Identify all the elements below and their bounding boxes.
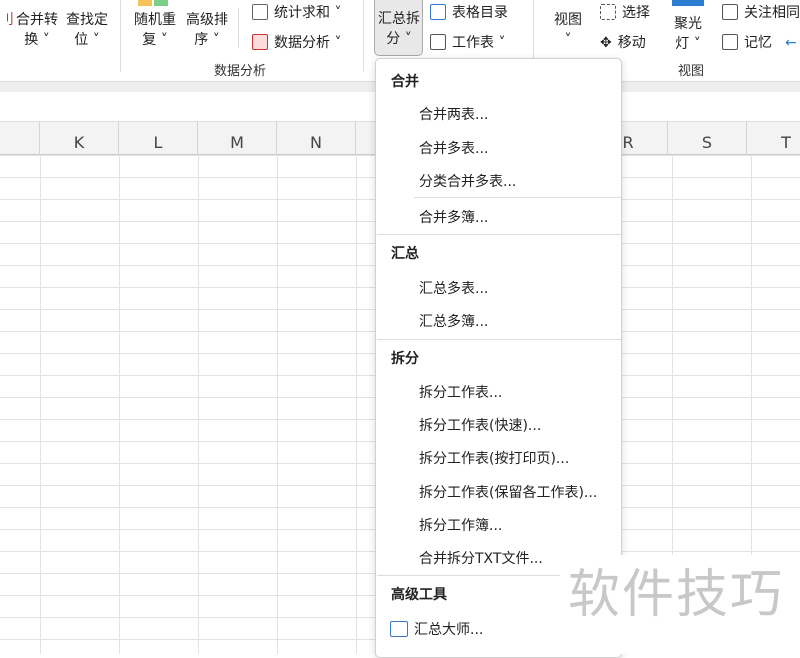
label: 序 ˅ bbox=[194, 32, 220, 48]
label: 选择 bbox=[622, 5, 650, 21]
divider bbox=[363, 0, 364, 72]
follow-same-button[interactable]: 关注相同 bbox=[722, 3, 800, 23]
menu-item[interactable]: 合并两表... bbox=[419, 104, 488, 124]
move-button[interactable]: ✥ 移动 bbox=[600, 33, 646, 53]
label: 统计求和 ˅ bbox=[274, 5, 342, 21]
summary-master-icon bbox=[390, 621, 408, 637]
group-label: 视图 bbox=[678, 64, 705, 79]
table-toc-icon bbox=[430, 4, 446, 20]
label: 高级排 bbox=[186, 12, 228, 28]
doc-mail-icon bbox=[722, 34, 738, 50]
label: 随机重 bbox=[134, 12, 176, 28]
partial-button[interactable]: 刂 bbox=[0, 10, 14, 30]
menu-item[interactable]: 合并拆分TXT文件... bbox=[419, 548, 543, 568]
menu-item[interactable]: 合并多簿... bbox=[419, 207, 488, 227]
label: 移动 bbox=[617, 35, 646, 51]
column-header[interactable]: T bbox=[747, 122, 800, 155]
move-icon: ✥ bbox=[600, 35, 612, 51]
column-header[interactable]: N bbox=[277, 122, 356, 155]
view-button[interactable]: 视图 ˅ bbox=[548, 10, 588, 50]
select-button[interactable]: 选择 bbox=[600, 3, 650, 23]
menu-item[interactable]: 拆分工作表... bbox=[419, 382, 502, 402]
divider bbox=[377, 234, 621, 235]
menu-item[interactable]: 汇总多表... bbox=[419, 278, 488, 298]
group-label: 数据分析 bbox=[214, 64, 267, 79]
label: 视图 bbox=[554, 12, 582, 28]
label: ˅ bbox=[564, 32, 572, 48]
stat-sum-button[interactable]: 统计求和 ˅ bbox=[252, 3, 341, 23]
menu-item[interactable]: 汇总多簿... bbox=[419, 311, 488, 331]
spotlight-icon bbox=[672, 0, 704, 6]
data-analysis-button[interactable]: 数据分析 ˅ bbox=[252, 33, 341, 53]
summary-split-button[interactable]: 汇总拆分 ˅ bbox=[374, 0, 423, 56]
worksheet-button[interactable]: 工作表 ˅ bbox=[430, 33, 505, 53]
select-icon bbox=[600, 4, 616, 20]
worksheet-icon bbox=[430, 34, 446, 50]
label: 分 ˅ bbox=[386, 31, 412, 47]
menu-item[interactable]: 汇总大师... bbox=[390, 619, 483, 639]
menu-item[interactable]: 拆分工作表(快速)... bbox=[419, 415, 541, 435]
label: 记忆 bbox=[744, 35, 772, 51]
menu-item[interactable]: 拆分工作表(按打印页)... bbox=[419, 448, 569, 468]
column-header[interactable]: K bbox=[40, 122, 119, 155]
table-toc-button[interactable]: 表格目录 bbox=[430, 3, 508, 23]
memory-button[interactable]: 记忆 bbox=[722, 33, 772, 53]
section-header: 高级工具 bbox=[391, 587, 447, 603]
label: 合并转 bbox=[16, 12, 58, 28]
spotlight-button[interactable]: 聚光灯 ˅ bbox=[668, 14, 708, 54]
label: 换 ˅ bbox=[24, 32, 50, 48]
menu-item[interactable]: 拆分工作簿... bbox=[419, 515, 502, 535]
label: 位 ˅ bbox=[74, 32, 100, 48]
divider bbox=[377, 339, 621, 340]
label: 复 ˅ bbox=[142, 32, 168, 48]
clipboard-check-icon bbox=[252, 4, 268, 20]
section-header: 拆分 bbox=[391, 351, 419, 367]
label: 工作表 ˅ bbox=[452, 35, 506, 51]
menu-item[interactable]: 分类合并多表... bbox=[419, 171, 516, 191]
label: 表格目录 bbox=[452, 5, 508, 21]
column-header[interactable]: J bbox=[0, 122, 40, 155]
watermark: 软件技巧 bbox=[560, 555, 800, 654]
column-header[interactable]: S bbox=[668, 122, 747, 155]
column-header[interactable]: M bbox=[198, 122, 277, 155]
back-arrow-icon[interactable]: ← bbox=[785, 33, 797, 53]
merge-convert-button[interactable]: 合并转换 ˅ bbox=[12, 10, 62, 50]
divider bbox=[414, 197, 621, 198]
table-analysis-icon bbox=[252, 34, 268, 50]
divider bbox=[120, 0, 121, 72]
label: 查找定 bbox=[66, 12, 108, 28]
menu-item[interactable]: 拆分工作表(保留各工作表)... bbox=[419, 482, 597, 502]
label: 数据分析 ˅ bbox=[274, 35, 342, 51]
label: 灯 ˅ bbox=[675, 36, 701, 52]
menu-item[interactable]: 合并多表... bbox=[419, 138, 488, 158]
find-locate-button[interactable]: 查找定位 ˅ bbox=[64, 10, 110, 50]
section-header: 合并 bbox=[391, 74, 419, 90]
doc-mail-icon bbox=[722, 4, 738, 20]
column-header[interactable]: L bbox=[119, 122, 198, 155]
advanced-sort-button[interactable]: 高级排序 ˅ bbox=[182, 10, 232, 50]
label: 聚光 bbox=[674, 16, 702, 32]
label: 关注相同 bbox=[744, 5, 800, 21]
random-icon bbox=[138, 0, 152, 6]
random-repeat-button[interactable]: 随机重复 ˅ bbox=[130, 10, 180, 50]
random-icon-2 bbox=[154, 0, 168, 6]
divider bbox=[238, 8, 239, 48]
label: 汇总大师... bbox=[414, 622, 484, 638]
section-header: 汇总 bbox=[391, 246, 419, 262]
label: 汇总拆 bbox=[378, 11, 420, 27]
